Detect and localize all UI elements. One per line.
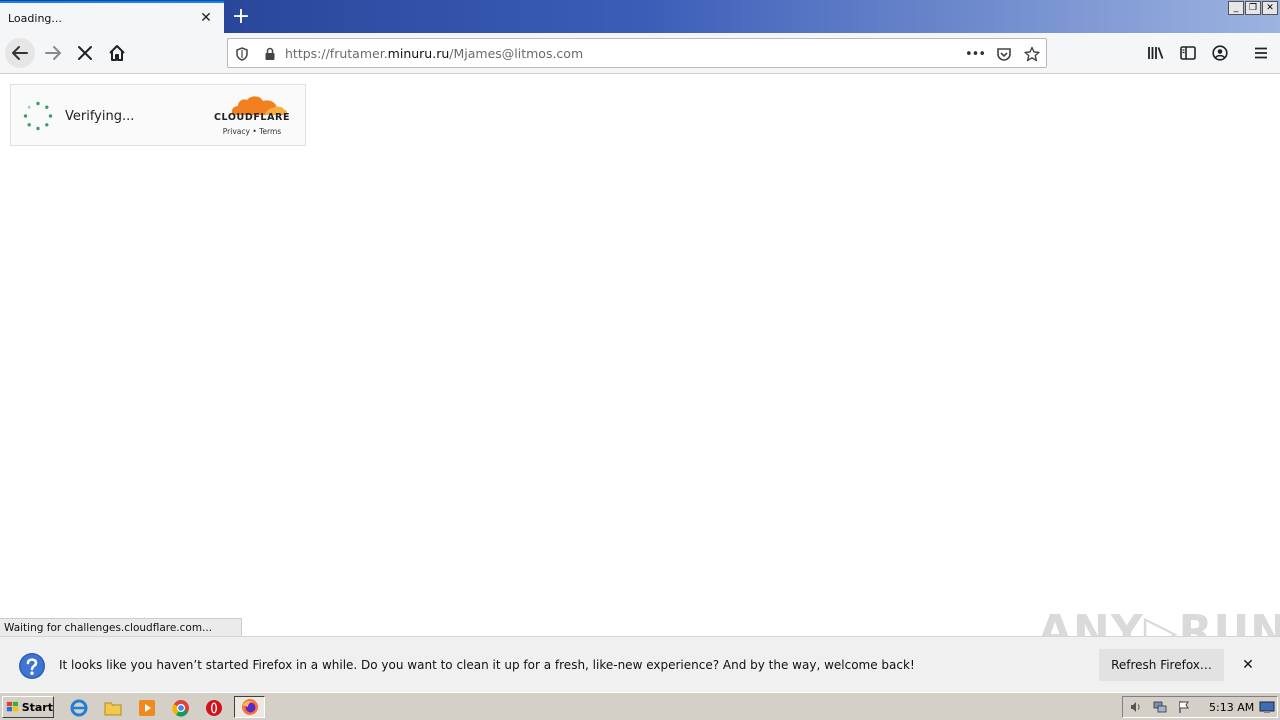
show-desktop-icon[interactable] xyxy=(1259,699,1275,715)
page-actions-icon[interactable]: ••• xyxy=(965,44,986,64)
clock: 5:13 AM xyxy=(1209,701,1255,714)
url-prefix: https://frutamer. xyxy=(285,46,388,61)
stop-button[interactable] xyxy=(69,37,101,69)
back-button[interactable] xyxy=(4,37,36,69)
minimize-button[interactable]: _ xyxy=(1228,1,1244,15)
forward-button[interactable] xyxy=(37,37,69,69)
library-button[interactable] xyxy=(1140,37,1172,69)
explorer-folder-icon[interactable] xyxy=(103,698,123,718)
opera-icon[interactable] xyxy=(204,698,224,718)
lock-icon[interactable] xyxy=(260,44,280,64)
system-tray: 5:13 AM xyxy=(1122,696,1278,718)
media-player-icon[interactable] xyxy=(137,698,157,718)
pocket-icon[interactable] xyxy=(994,44,1014,64)
refresh-firefox-button[interactable]: Refresh Firefox… xyxy=(1099,649,1224,681)
tab-strip: Loading... ✕ + _ ❐ ✕ xyxy=(0,0,1280,33)
window-controls: _ ❐ ✕ xyxy=(1228,1,1278,15)
close-window-button[interactable]: ✕ xyxy=(1262,1,1278,15)
volume-icon[interactable] xyxy=(1128,699,1144,715)
account-button[interactable] xyxy=(1204,37,1236,69)
home-button[interactable] xyxy=(101,37,133,69)
nav-toolbar: https://frutamer.minuru.ru/Mjames@litmos… xyxy=(0,33,1280,74)
start-label: Start xyxy=(21,700,53,714)
arrow-left-icon xyxy=(5,38,35,68)
tab-loading[interactable]: Loading... ✕ xyxy=(0,1,224,33)
sidebar-icon xyxy=(1180,46,1196,60)
status-bar: Waiting for challenges.cloudflare.com... xyxy=(0,618,242,636)
firefox-icon xyxy=(241,699,258,715)
cloudflare-brand-text: CLOUDFLARE xyxy=(213,112,291,123)
library-icon xyxy=(1148,47,1164,59)
menu-button[interactable] xyxy=(1245,37,1277,69)
network-icon[interactable] xyxy=(1152,699,1168,715)
windows-taskbar: Start 5:13 AM xyxy=(0,692,1280,720)
privacy-terms-links[interactable]: Privacy • Terms xyxy=(211,127,293,136)
start-button[interactable]: Start xyxy=(2,696,54,718)
url-bar[interactable]: https://frutamer.minuru.ru/Mjames@litmos… xyxy=(227,38,1047,68)
bookmark-star-icon[interactable] xyxy=(1022,44,1042,64)
account-icon xyxy=(1212,45,1228,61)
sidebar-button[interactable] xyxy=(1172,37,1204,69)
cloudflare-challenge-widget: Verifying... CLOUDFLARE Privacy • Terms xyxy=(10,84,306,146)
hamburger-menu-icon xyxy=(1255,47,1267,59)
tab-title: Loading... xyxy=(8,11,62,25)
arrow-right-icon xyxy=(45,46,61,60)
stop-x-icon xyxy=(78,46,92,60)
ie-icon[interactable] xyxy=(69,698,89,718)
home-icon xyxy=(109,45,125,61)
shield-icon[interactable] xyxy=(232,44,252,64)
question-icon xyxy=(19,653,45,679)
taskbar-firefox-window[interactable] xyxy=(234,696,265,718)
chrome-icon[interactable] xyxy=(171,698,191,718)
verifying-text: Verifying... xyxy=(65,109,135,124)
url-suffix: /Mjames@litmos.com xyxy=(449,46,584,61)
new-tab-button[interactable]: + xyxy=(228,4,254,29)
restore-button[interactable]: ❐ xyxy=(1245,1,1261,15)
notification-message: It looks like you haven’t started Firefo… xyxy=(59,658,915,672)
url-domain: minuru.ru xyxy=(387,46,450,61)
spinner-icon xyxy=(23,101,53,131)
windows-flag-icon xyxy=(6,701,18,712)
notification-bar: It looks like you haven’t started Firefo… xyxy=(0,636,1280,692)
url-text[interactable]: https://frutamer.minuru.ru/Mjames@litmos… xyxy=(285,46,583,61)
action-center-flag-icon[interactable] xyxy=(1176,699,1192,715)
notification-close-icon[interactable]: ✕ xyxy=(1238,655,1258,675)
tab-close-icon[interactable]: ✕ xyxy=(194,6,218,30)
